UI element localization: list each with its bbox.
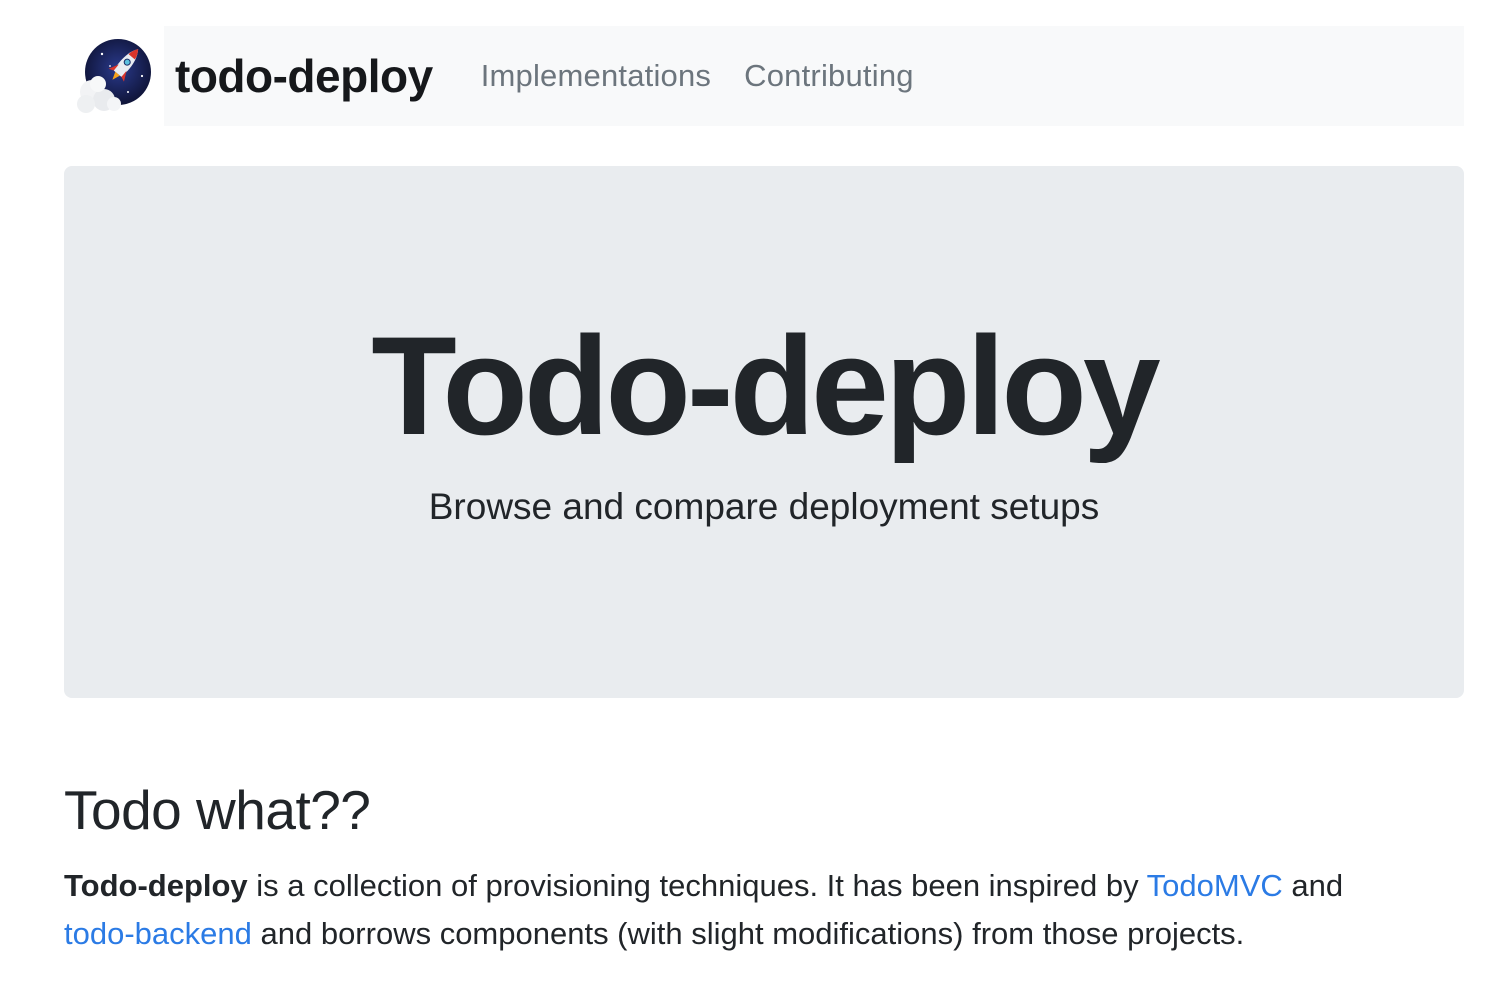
hero-jumbotron: Todo-deploy Browse and compare deploymen… bbox=[64, 166, 1464, 698]
rocket-logo-icon bbox=[77, 39, 151, 113]
intro-paragraph: Todo-deploy is a collection of provision… bbox=[64, 862, 1464, 958]
intro-text-2: and bbox=[1282, 868, 1344, 903]
hero-title: Todo-deploy bbox=[371, 307, 1160, 464]
logo[interactable] bbox=[64, 26, 164, 126]
todomvc-link[interactable]: TodoMVC bbox=[1147, 868, 1283, 903]
nav-link-contributing[interactable]: Contributing bbox=[744, 58, 914, 94]
intro-text-1: is a collection of provisioning techniqu… bbox=[247, 868, 1147, 903]
section-title: Todo what?? bbox=[64, 779, 371, 841]
intro-strong: Todo-deploy bbox=[64, 868, 248, 903]
nav-links: Implementations Contributing bbox=[481, 58, 914, 94]
intro-text-3: and borrows components (with slight modi… bbox=[251, 916, 1245, 951]
hero-subtitle: Browse and compare deployment setups bbox=[428, 486, 1100, 527]
navbar: todo-deploy Implementations Contributing bbox=[64, 26, 1464, 126]
nav-link-implementations[interactable]: Implementations bbox=[481, 58, 711, 94]
todo-backend-link[interactable]: todo-backend bbox=[64, 916, 252, 951]
brand-link[interactable]: todo-deploy bbox=[175, 49, 433, 103]
